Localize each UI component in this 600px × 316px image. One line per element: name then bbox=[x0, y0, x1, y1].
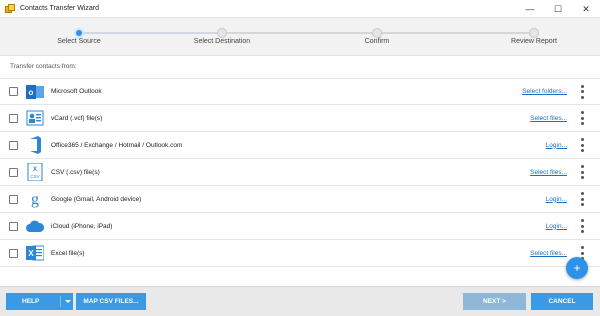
select-files-link[interactable]: Select files... bbox=[530, 169, 567, 176]
vcard-icon bbox=[26, 109, 44, 127]
excel-icon: X bbox=[26, 244, 44, 262]
step-3-label: Confirm bbox=[364, 38, 390, 45]
source-row-icloud: iCloud (iPhone, iPad) Login... bbox=[0, 213, 600, 240]
svg-text:CSV: CSV bbox=[30, 174, 39, 179]
source-row-outlook: o Microsoft Outlook Select folders... bbox=[0, 78, 600, 105]
source-checkbox[interactable] bbox=[9, 87, 18, 96]
step-connector bbox=[380, 32, 534, 34]
source-row-excel: X Excel file(s) Select files... bbox=[0, 240, 600, 267]
minimize-button[interactable]: — bbox=[516, 0, 544, 18]
step-4-dot bbox=[529, 28, 539, 38]
source-label: Excel file(s) bbox=[51, 249, 85, 257]
icloud-icon bbox=[26, 217, 44, 235]
source-checkbox[interactable] bbox=[9, 140, 18, 150]
login-link[interactable]: Login... bbox=[546, 223, 567, 230]
source-label: CSV (.csv) file(s) bbox=[51, 168, 100, 176]
close-button[interactable]: ✕ bbox=[572, 0, 600, 18]
chevron-down-icon[interactable] bbox=[65, 300, 71, 303]
csv-icon: X CSV bbox=[26, 163, 44, 181]
step-connector bbox=[225, 32, 375, 34]
svg-text:X: X bbox=[28, 249, 34, 258]
svg-text:g: g bbox=[31, 191, 39, 208]
cancel-button[interactable]: CANCEL bbox=[531, 293, 593, 310]
step-4-label: Review Report bbox=[511, 38, 557, 45]
login-link[interactable]: Login... bbox=[546, 196, 567, 203]
source-checkbox[interactable] bbox=[9, 248, 18, 258]
wizard-stepper: Select Source Select Destination Confirm… bbox=[0, 18, 600, 56]
step-1-label: Select Source bbox=[57, 38, 101, 45]
step-2-label: Select Destination bbox=[193, 38, 251, 45]
source-checkbox[interactable] bbox=[9, 167, 18, 177]
source-label: Google (Gmail, Android device) bbox=[51, 195, 142, 203]
source-label: vCard (.vcf) file(s) bbox=[51, 114, 103, 122]
step-connector bbox=[79, 32, 220, 34]
more-options-icon[interactable] bbox=[580, 219, 584, 233]
title-bar: Contacts Transfer Wizard — ☐ ✕ bbox=[0, 0, 600, 18]
svg-text:o: o bbox=[29, 88, 34, 97]
step-3-dot bbox=[372, 28, 382, 38]
source-row-csv: X CSV CSV (.csv) file(s) Select files... bbox=[0, 159, 600, 186]
select-files-link[interactable]: Select files... bbox=[530, 250, 567, 257]
source-checkbox[interactable] bbox=[9, 194, 18, 204]
more-options-icon[interactable] bbox=[580, 84, 584, 99]
step-1-dot bbox=[74, 28, 84, 38]
window-title: Contacts Transfer Wizard bbox=[20, 5, 99, 12]
svg-text:X: X bbox=[33, 167, 37, 173]
footer-bar: HELP MAP CSV FILES... NEXT > CANCEL bbox=[0, 286, 600, 316]
more-options-icon[interactable] bbox=[580, 138, 584, 152]
window-controls: — ☐ ✕ bbox=[516, 0, 600, 18]
source-row-vcard: vCard (.vcf) file(s) Select files... bbox=[0, 105, 600, 132]
source-row-google: g Google (Gmail, Android device) Login..… bbox=[0, 186, 600, 213]
help-divider bbox=[60, 296, 61, 307]
source-label: iCloud (iPhone, iPad) bbox=[51, 222, 113, 230]
select-folders-link[interactable]: Select folders... bbox=[522, 88, 567, 95]
app-icon bbox=[5, 3, 15, 14]
login-link[interactable]: Login... bbox=[546, 142, 567, 149]
source-checkbox[interactable] bbox=[9, 113, 18, 123]
source-label: Microsoft Outlook bbox=[51, 88, 102, 95]
select-files-link[interactable]: Select files... bbox=[530, 115, 567, 122]
more-options-icon[interactable] bbox=[580, 165, 584, 179]
section-label: Transfer contacts from: bbox=[10, 63, 77, 70]
map-csv-files-button[interactable]: MAP CSV FILES... bbox=[76, 293, 146, 310]
office365-icon bbox=[26, 136, 44, 154]
help-button-label: HELP bbox=[22, 298, 40, 305]
next-button[interactable]: NEXT > bbox=[463, 293, 526, 310]
more-options-icon[interactable] bbox=[580, 192, 584, 206]
step-2-dot bbox=[217, 28, 227, 38]
source-list: o Microsoft Outlook Select folders... vC… bbox=[0, 78, 600, 267]
help-button[interactable]: HELP bbox=[6, 293, 73, 310]
google-icon: g bbox=[26, 190, 44, 208]
source-checkbox[interactable] bbox=[9, 221, 18, 231]
more-options-icon[interactable] bbox=[580, 111, 584, 125]
source-label: Office365 / Exchange / Hotmail / Outlook… bbox=[51, 141, 183, 149]
source-row-office365: Office365 / Exchange / Hotmail / Outlook… bbox=[0, 132, 600, 159]
add-source-button[interactable]: + bbox=[566, 257, 588, 279]
outlook-icon: o bbox=[26, 83, 44, 101]
maximize-button[interactable]: ☐ bbox=[544, 0, 572, 18]
